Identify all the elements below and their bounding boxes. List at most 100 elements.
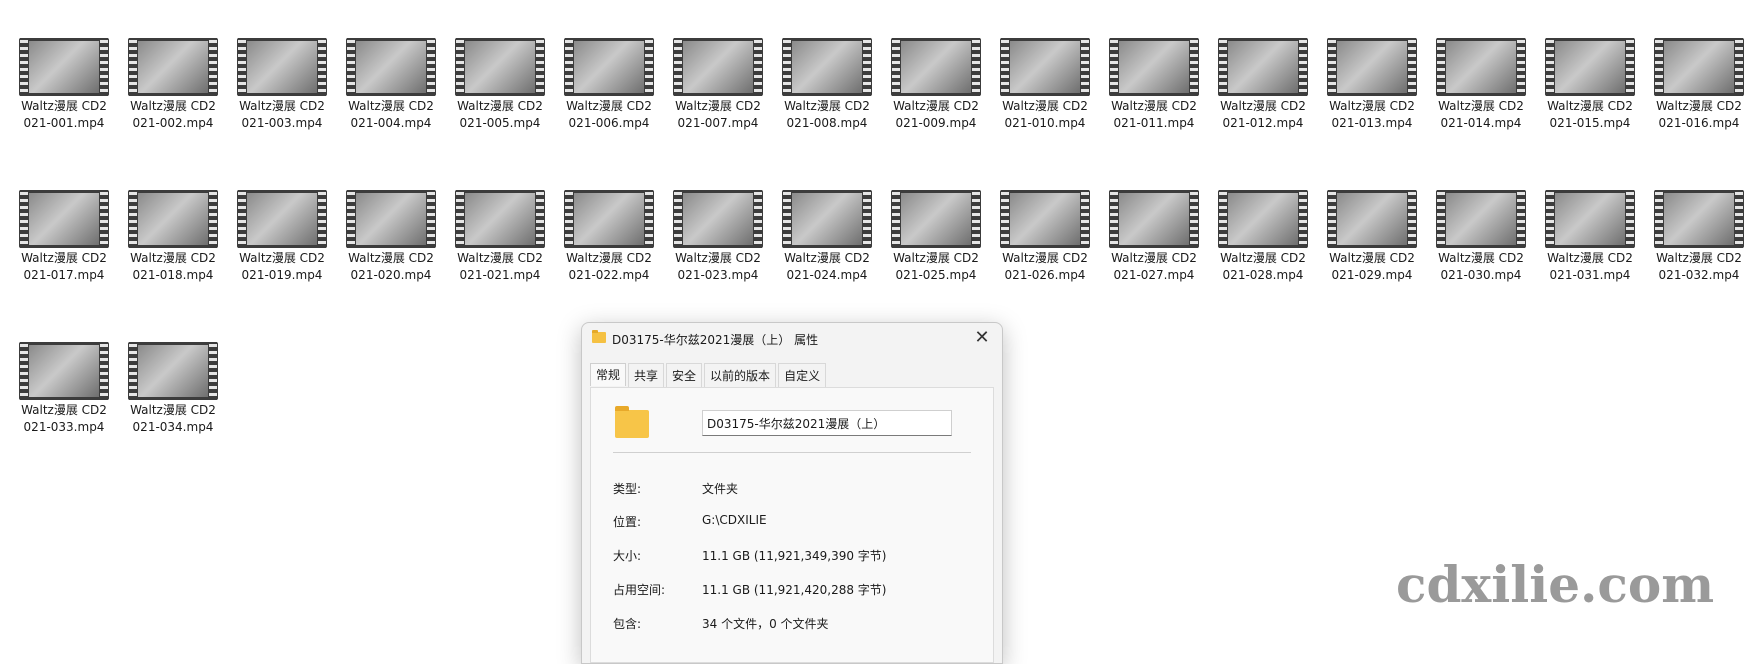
tab-customize[interactable]: 自定义 — [778, 363, 827, 387]
file-name: Waltz漫展 CD2021-001.mp4 — [21, 99, 107, 130]
file-item[interactable]: Waltz漫展 CD2021-017.mp4 — [10, 190, 118, 284]
file-item[interactable]: Waltz漫展 CD2021-027.mp4 — [1100, 190, 1208, 284]
watermark: cdxilie.com — [1396, 555, 1715, 614]
prop-value: 11.1 GB (11,921,349,390 字节) — [702, 549, 887, 563]
file-name: Waltz漫展 CD2021-004.mp4 — [348, 99, 434, 130]
file-name: Waltz漫展 CD2021-012.mp4 — [1220, 99, 1306, 130]
video-thumbnail-icon — [128, 342, 218, 400]
file-item[interactable]: Waltz漫展 CD2021-018.mp4 — [119, 190, 227, 284]
file-item[interactable]: Waltz漫展 CD2021-032.mp4 — [1645, 190, 1753, 284]
prop-label: 占用空间: — [613, 583, 666, 597]
file-item[interactable]: Waltz漫展 CD2021-004.mp4 — [337, 38, 445, 132]
dialog-title: D03175-华尔兹2021漫展（上） 属性 — [612, 333, 819, 347]
properties-dialog: D03175-华尔兹2021漫展（上） 属性 ✕ 常规 共享 安全 以前的版本 … — [581, 322, 1003, 664]
file-item[interactable]: Waltz漫展 CD2021-025.mp4 — [882, 190, 990, 284]
video-thumbnail-icon — [1654, 190, 1744, 248]
file-item[interactable]: Waltz漫展 CD2021-010.mp4 — [991, 38, 1099, 132]
prop-label: 包含: — [613, 617, 642, 631]
video-thumbnail-icon — [1436, 38, 1526, 96]
file-item[interactable]: Waltz漫展 CD2021-012.mp4 — [1209, 38, 1317, 132]
video-thumbnail-icon — [1109, 190, 1199, 248]
video-thumbnail-icon — [564, 38, 654, 96]
file-item[interactable]: Waltz漫展 CD2021-011.mp4 — [1100, 38, 1208, 132]
tab-previous-versions[interactable]: 以前的版本 — [704, 363, 777, 387]
video-thumbnail-icon — [455, 190, 545, 248]
file-item[interactable]: Waltz漫展 CD2021-006.mp4 — [555, 38, 663, 132]
video-thumbnail-icon — [782, 190, 872, 248]
file-name: Waltz漫展 CD2021-015.mp4 — [1547, 99, 1633, 130]
file-name: Waltz漫展 CD2021-006.mp4 — [566, 99, 652, 130]
video-thumbnail-icon — [128, 190, 218, 248]
prop-value: 34 个文件，0 个文件夹 — [702, 617, 829, 631]
file-item[interactable]: Waltz漫展 CD2021-020.mp4 — [337, 190, 445, 284]
file-item[interactable]: Waltz漫展 CD2021-003.mp4 — [228, 38, 336, 132]
video-thumbnail-icon — [1109, 38, 1199, 96]
video-thumbnail-icon — [237, 38, 327, 96]
file-item[interactable]: Waltz漫展 CD2021-024.mp4 — [773, 190, 881, 284]
file-item[interactable]: Waltz漫展 CD2021-015.mp4 — [1536, 38, 1644, 132]
tab-general[interactable]: 常规 — [590, 363, 627, 386]
file-item[interactable]: Waltz漫展 CD2021-013.mp4 — [1318, 38, 1426, 132]
video-thumbnail-icon — [673, 190, 763, 248]
file-item[interactable]: Waltz漫展 CD2021-016.mp4 — [1645, 38, 1753, 132]
file-name: Waltz漫展 CD2021-013.mp4 — [1329, 99, 1415, 130]
file-item[interactable]: Waltz漫展 CD2021-007.mp4 — [664, 38, 772, 132]
video-thumbnail-icon — [237, 190, 327, 248]
video-thumbnail-icon — [891, 190, 981, 248]
video-thumbnail-icon — [19, 38, 109, 96]
file-name: Waltz漫展 CD2021-034.mp4 — [130, 403, 216, 434]
video-thumbnail-icon — [19, 190, 109, 248]
file-item[interactable]: Waltz漫展 CD2021-029.mp4 — [1318, 190, 1426, 284]
file-item[interactable]: Waltz漫展 CD2021-002.mp4 — [119, 38, 227, 132]
file-name: Waltz漫展 CD2021-009.mp4 — [893, 99, 979, 130]
file-item[interactable]: Waltz漫展 CD2021-009.mp4 — [882, 38, 990, 132]
dialog-titlebar[interactable]: D03175-华尔兹2021漫展（上） 属性 ✕ — [582, 323, 1002, 355]
video-thumbnail-icon — [1000, 38, 1090, 96]
video-thumbnail-icon — [19, 342, 109, 400]
prop-label: 类型: — [613, 482, 642, 496]
file-item[interactable]: Waltz漫展 CD2021-008.mp4 — [773, 38, 881, 132]
file-item[interactable]: Waltz漫展 CD2021-033.mp4 — [10, 342, 118, 436]
file-item[interactable]: Waltz漫展 CD2021-005.mp4 — [446, 38, 554, 132]
file-item[interactable]: Waltz漫展 CD2021-023.mp4 — [664, 190, 772, 284]
file-name: Waltz漫展 CD2021-016.mp4 — [1656, 99, 1742, 130]
file-name: Waltz漫展 CD2021-011.mp4 — [1111, 99, 1197, 130]
tab-security[interactable]: 安全 — [666, 363, 703, 387]
file-item[interactable]: Waltz漫展 CD2021-019.mp4 — [228, 190, 336, 284]
prop-label: 大小: — [613, 549, 642, 563]
prop-value: G:\CDXILIE — [702, 513, 767, 527]
video-thumbnail-icon — [564, 190, 654, 248]
file-item[interactable]: Waltz漫展 CD2021-034.mp4 — [119, 342, 227, 436]
video-thumbnail-icon — [1327, 38, 1417, 96]
video-thumbnail-icon — [1218, 190, 1308, 248]
file-name: Waltz漫展 CD2021-021.mp4 — [457, 251, 543, 282]
file-name: Waltz漫展 CD2021-005.mp4 — [457, 99, 543, 130]
tab-sharing[interactable]: 共享 — [628, 363, 665, 387]
file-item[interactable]: Waltz漫展 CD2021-028.mp4 — [1209, 190, 1317, 284]
file-item[interactable]: Waltz漫展 CD2021-001.mp4 — [10, 38, 118, 132]
folder-name-field[interactable] — [702, 410, 952, 436]
file-name: Waltz漫展 CD2021-027.mp4 — [1111, 251, 1197, 282]
file-name: Waltz漫展 CD2021-010.mp4 — [1002, 99, 1088, 130]
file-name: Waltz漫展 CD2021-008.mp4 — [784, 99, 870, 130]
general-panel: 类型: 文件夹 位置: G:\CDXILIE 大小: 11.1 GB (11,9… — [590, 387, 994, 663]
close-icon[interactable]: ✕ — [970, 327, 994, 351]
file-name: Waltz漫展 CD2021-030.mp4 — [1438, 251, 1524, 282]
file-item[interactable]: Waltz漫展 CD2021-026.mp4 — [991, 190, 1099, 284]
file-name: Waltz漫展 CD2021-019.mp4 — [239, 251, 325, 282]
file-name: Waltz漫展 CD2021-020.mp4 — [348, 251, 434, 282]
video-thumbnail-icon — [673, 38, 763, 96]
prop-size: 大小: 11.1 GB (11,921,349,390 字节) — [613, 547, 953, 565]
prop-location: 位置: G:\CDXILIE — [613, 513, 953, 531]
file-item[interactable]: Waltz漫展 CD2021-021.mp4 — [446, 190, 554, 284]
file-item[interactable]: Waltz漫展 CD2021-030.mp4 — [1427, 190, 1535, 284]
file-item[interactable]: Waltz漫展 CD2021-022.mp4 — [555, 190, 663, 284]
prop-label: 位置: — [613, 515, 642, 529]
video-thumbnail-icon — [1545, 190, 1635, 248]
prop-value: 文件夹 — [702, 482, 739, 496]
file-name: Waltz漫展 CD2021-022.mp4 — [566, 251, 652, 282]
file-item[interactable]: Waltz漫展 CD2021-014.mp4 — [1427, 38, 1535, 132]
video-thumbnail-icon — [346, 190, 436, 248]
file-item[interactable]: Waltz漫展 CD2021-031.mp4 — [1536, 190, 1644, 284]
divider — [613, 452, 971, 453]
